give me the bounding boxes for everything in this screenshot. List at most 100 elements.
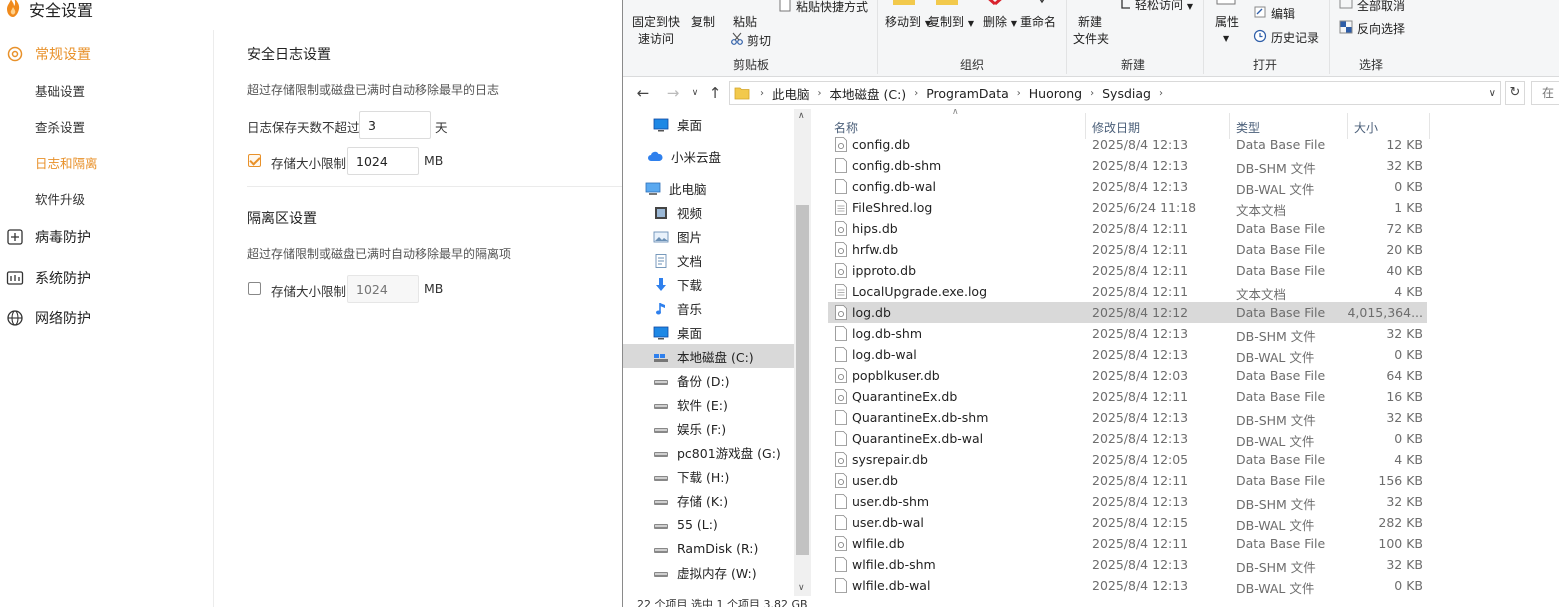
tree-item[interactable]: 小米云盘 xyxy=(623,144,794,168)
select-none-button[interactable]: 全部取消 xyxy=(1357,0,1405,14)
tree-item[interactable]: 下载 (H:) xyxy=(623,464,794,488)
paste-button[interactable]: 粘贴 xyxy=(733,13,757,30)
scroll-up-icon[interactable]: ∧ xyxy=(798,111,805,121)
tree-item[interactable]: 虚拟内存 (W:) xyxy=(623,560,794,584)
tree-item[interactable]: 55 (L:) xyxy=(623,512,794,536)
file-row[interactable]: wlfile.db-wal 2025/8/4 12:13 DB-WAL 文件 0 KB xyxy=(828,575,1427,596)
address-bar[interactable]: › 此电脑 › 本地磁盘 (C:) › ProgramData › Huoron… xyxy=(729,81,1501,105)
refresh-icon[interactable]: ↻ xyxy=(1505,81,1525,105)
search-input[interactable]: 在 xyxy=(1531,81,1559,105)
copy-to-label: 复制到 xyxy=(928,15,965,29)
file-name: config.db xyxy=(852,137,911,152)
tree-item[interactable]: 桌面 xyxy=(623,112,794,136)
file-row[interactable]: hrfw.db 2025/8/4 12:11 Data Base File 20 KB xyxy=(828,239,1427,260)
cut-button[interactable]: 剪切 xyxy=(747,32,771,49)
breadcrumb-programdata[interactable]: ProgramData xyxy=(922,86,1013,101)
file-row[interactable]: log.db-wal 2025/8/4 12:13 DB-WAL 文件 0 KB xyxy=(828,344,1427,365)
nav-system-protection[interactable]: 系统防护 xyxy=(0,263,213,293)
nav-sub-logs-quarantine[interactable]: 日志和隔离 xyxy=(0,148,213,176)
nav-general-settings[interactable]: 常规设置 xyxy=(0,39,213,69)
group-new-label: 新建 xyxy=(1121,58,1146,72)
properties-button[interactable]: 属性 ▼ xyxy=(1215,13,1239,44)
tree-item[interactable]: 桌面 xyxy=(623,320,794,344)
quarantine-section-title: 隔离区设置 xyxy=(247,211,317,227)
file-type: Data Base File xyxy=(1236,368,1326,383)
select-none-icon xyxy=(1339,0,1353,9)
tree-item[interactable]: pc801游戏盘 (G:) xyxy=(623,440,794,464)
tree-scrollbar[interactable]: ∧ ∨ xyxy=(794,109,811,596)
file-row[interactable]: user.db 2025/8/4 12:11 Data Base File 156 K… xyxy=(828,470,1427,491)
file-row[interactable]: log.db 2025/8/4 12:12 Data Base File 4,015,… xyxy=(828,302,1427,323)
quarantine-size-input[interactable] xyxy=(347,275,419,303)
nav-virus-protection[interactable]: 病毒防护 xyxy=(0,222,213,252)
forward-arrow-icon[interactable]: → xyxy=(663,83,683,103)
up-arrow-icon[interactable]: ↑ xyxy=(705,83,725,103)
delete-button[interactable]: 删除 ▼ xyxy=(983,13,1017,30)
tree-scroll-thumb[interactable] xyxy=(796,205,809,555)
file-row[interactable]: QuarantineEx.db-wal 2025/8/4 12:13 DB-WAL … xyxy=(828,428,1427,449)
file-name: FileShred.log xyxy=(852,200,933,215)
nav-sub-scan[interactable]: 查杀设置 xyxy=(0,112,213,140)
tree-item[interactable]: RamDisk (R:) xyxy=(623,536,794,560)
nav-network-protection[interactable]: 网络防护 xyxy=(0,303,213,333)
tree-item[interactable]: 下载 xyxy=(623,272,794,296)
file-row[interactable]: QuarantineEx.db 2025/8/4 12:11 Data Base F… xyxy=(828,386,1427,407)
rename-button[interactable]: 重命名 xyxy=(1020,13,1056,30)
file-row[interactable]: hips.db 2025/8/4 12:11 Data Base File 72 KB xyxy=(828,218,1427,239)
tree-item[interactable]: 图片 xyxy=(623,224,794,248)
drive-icon xyxy=(653,445,669,459)
invert-selection-button[interactable]: 反向选择 xyxy=(1357,20,1405,37)
file-row[interactable]: wlfile.db-shm 2025/8/4 12:13 DB-SHM 文件 32 K… xyxy=(828,554,1427,575)
nav-sub-update[interactable]: 软件升级 xyxy=(0,184,213,212)
breadcrumb-sysdiag[interactable]: Sysdiag xyxy=(1098,86,1155,101)
tree-item[interactable]: 备份 (D:) xyxy=(623,368,794,392)
file-row[interactable]: ipproto.db 2025/8/4 12:11 Data Base File 40… xyxy=(828,260,1427,281)
move-to-button[interactable]: 移动到 ▼ xyxy=(885,13,931,30)
back-arrow-icon[interactable]: ← xyxy=(633,83,653,103)
file-row[interactable]: user.db-shm 2025/8/4 12:13 DB-SHM 文件 32 KB xyxy=(828,491,1427,512)
tree-item[interactable]: 此电脑 xyxy=(623,176,794,200)
tree-item[interactable]: 软件 (E:) xyxy=(623,392,794,416)
quarantine-size-checkbox[interactable] xyxy=(248,282,261,295)
tree-item[interactable]: 本地磁盘 (C:) xyxy=(623,344,794,368)
new-folder-button[interactable]: 新建 xyxy=(1078,13,1102,30)
breadcrumb-drive-c[interactable]: 本地磁盘 (C:) xyxy=(826,84,911,103)
history-button[interactable]: 历史记录 xyxy=(1271,29,1319,46)
tree-item[interactable]: 视频 xyxy=(623,200,794,224)
file-row[interactable]: sysrepair.db 2025/8/4 12:05 Data Base File… xyxy=(828,449,1427,470)
nav-sub-basic[interactable]: 基础设置 xyxy=(0,76,213,104)
breadcrumb-this-pc[interactable]: 此电脑 xyxy=(768,84,814,103)
scroll-down-icon[interactable]: ∨ xyxy=(798,583,805,593)
file-row[interactable]: config.db 2025/8/4 12:13 Data Base File 12 … xyxy=(828,134,1427,155)
column-separator[interactable] xyxy=(1429,113,1430,139)
file-row[interactable]: config.db-shm 2025/8/4 12:13 DB-SHM 文件 32 K… xyxy=(828,155,1427,176)
tree-item[interactable]: 存储 (K:) xyxy=(623,488,794,512)
file-row[interactable]: LocalUpgrade.exe.log 2025/8/4 12:11 文本文档 4 … xyxy=(828,281,1427,302)
pin-quick-access-button[interactable]: 固定到快 xyxy=(632,13,680,30)
file-row[interactable]: QuarantineEx.db-shm 2025/8/4 12:13 DB-SHM … xyxy=(828,407,1427,428)
log-days-input[interactable] xyxy=(359,111,431,139)
file-row[interactable]: config.db-wal 2025/8/4 12:13 DB-WAL 文件 0 KB xyxy=(828,176,1427,197)
address-dropdown-icon[interactable]: ∨ xyxy=(1489,88,1496,99)
paste-shortcut-button[interactable]: 粘贴快捷方式 xyxy=(796,0,868,15)
easy-access-button[interactable]: 轻松访问 ▼ xyxy=(1135,0,1193,13)
tree-item[interactable]: 娱乐 (F:) xyxy=(623,416,794,440)
file-row[interactable]: wlfile.db 2025/8/4 12:11 Data Base File 100… xyxy=(828,533,1427,554)
tree-item[interactable]: 音乐 xyxy=(623,296,794,320)
copy-to-button[interactable]: 复制到 ▼ xyxy=(928,13,974,30)
file-date: 2025/8/4 12:11 xyxy=(1092,242,1189,257)
file-row[interactable]: popblkuser.db 2025/8/4 12:03 Data Base Fil… xyxy=(828,365,1427,386)
file-row[interactable]: log.db-shm 2025/8/4 12:13 DB-SHM 文件 32 KB xyxy=(828,323,1427,344)
breadcrumb-huorong[interactable]: Huorong xyxy=(1025,86,1086,101)
tree-item[interactable]: 文档 xyxy=(623,248,794,272)
file-row[interactable]: user.db-wal 2025/8/4 12:15 DB-WAL 文件 282 KB xyxy=(828,512,1427,533)
tree-item-label: 音乐 xyxy=(677,301,703,317)
log-size-input[interactable] xyxy=(347,147,419,175)
log-size-checkbox[interactable] xyxy=(248,154,261,167)
db-file-icon xyxy=(835,221,847,236)
file-row[interactable]: FileShred.log 2025/6/24 11:18 文本文档 1 KB xyxy=(828,197,1427,218)
tree-item-label: RamDisk (R:) xyxy=(677,540,759,556)
edit-button[interactable]: 编辑 xyxy=(1271,5,1295,22)
copy-button[interactable]: 复制 xyxy=(691,13,715,30)
recent-chevron-icon[interactable]: ∨ xyxy=(685,83,705,103)
